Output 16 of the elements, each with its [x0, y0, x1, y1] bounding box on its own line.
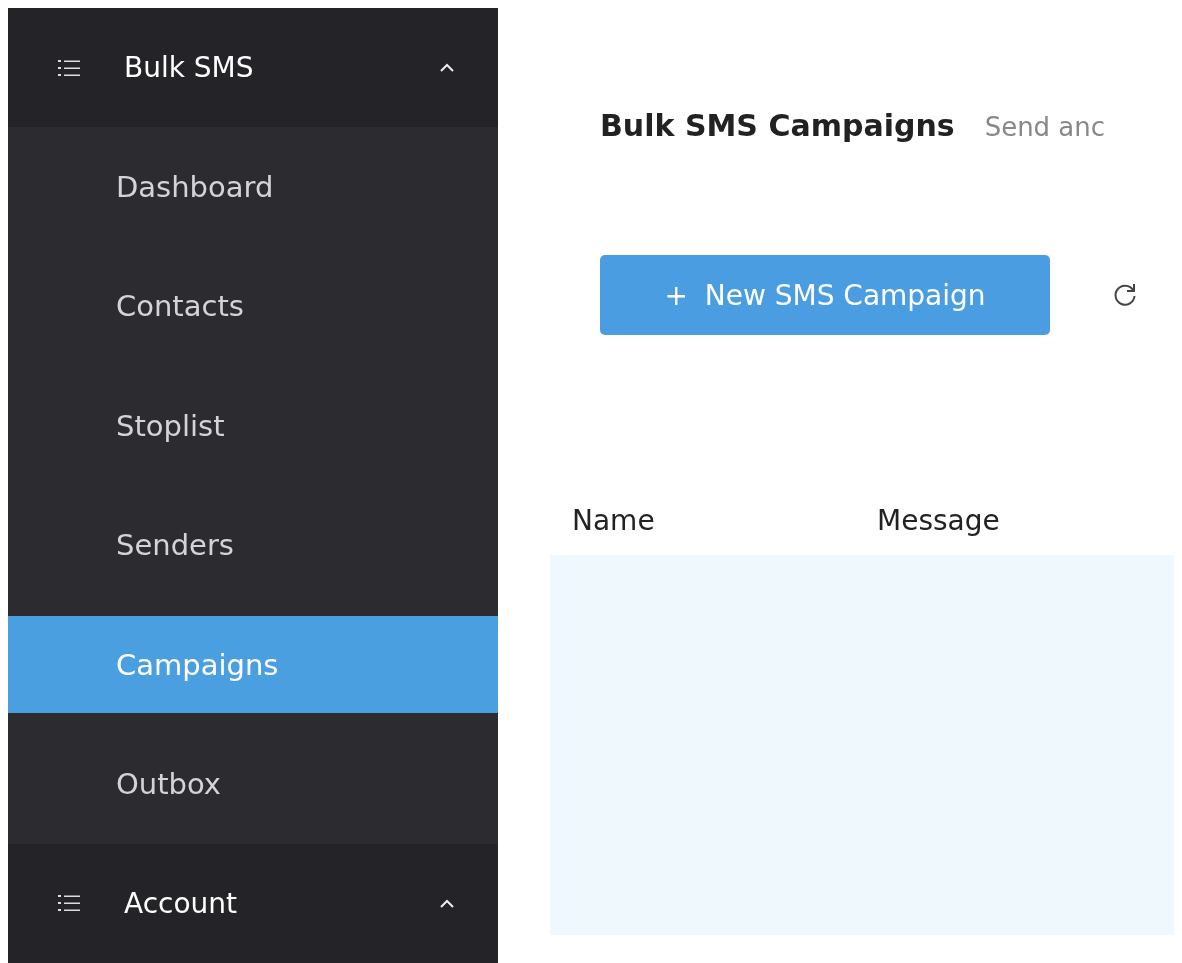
- sidebar-item[interactable]: Outbox: [8, 735, 498, 833]
- refresh-icon: [1112, 282, 1138, 308]
- column-header: Name: [572, 503, 656, 537]
- sidebar-item[interactable]: Stoplist: [8, 377, 498, 475]
- menu-group-header[interactable]: Account: [8, 843, 498, 963]
- menu-group-label: Account: [124, 886, 239, 920]
- list-icon: [58, 58, 80, 77]
- sidebar-item[interactable]: Dashboard: [8, 138, 498, 236]
- menu-group-header[interactable]: Bulk SMS: [8, 8, 498, 128]
- page-subtitle: Send anc: [984, 112, 1106, 142]
- menu-group-label: Bulk SMS: [124, 51, 255, 85]
- column-header: Message: [877, 503, 1001, 537]
- page-title: Bulk SMS Campaigns: [600, 108, 955, 143]
- sidebar-item[interactable]: Senders: [8, 496, 498, 594]
- sidebar-item[interactable]: Contacts: [8, 257, 498, 356]
- list-icon: [58, 894, 80, 913]
